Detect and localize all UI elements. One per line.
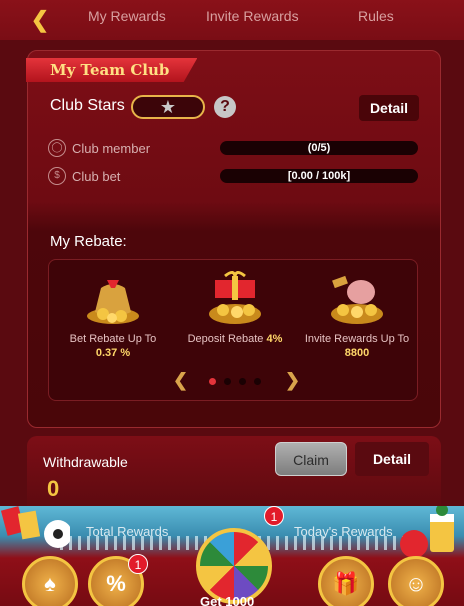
club-member-value: (0/5) — [307, 142, 331, 154]
rebate-title: My Rebate: — [50, 233, 127, 250]
claim-button[interactable]: Claim — [275, 442, 347, 476]
nav-home-button[interactable]: ♠ — [22, 556, 78, 606]
carousel-dot[interactable] — [224, 378, 231, 385]
nav-gift-button[interactable]: 🎁 — [318, 556, 374, 606]
withdrawable-label: Withdrawable — [43, 454, 128, 470]
bottom-navigation: Total Rewards Today's Rewards ♠ % 1 1 Ge… — [0, 506, 464, 606]
withdraw-panel: Withdrawable 0 Claim Detail — [27, 436, 441, 506]
team-club-panel: My Team Club Club Stars ★ ? Detail ◯ Clu… — [26, 50, 441, 428]
help-icon[interactable]: ? — [214, 96, 236, 118]
club-bet-row: $ Club bet — [48, 167, 120, 185]
carousel-dot[interactable] — [239, 378, 246, 385]
club-member-progress-bar: (0/5) — [220, 141, 418, 155]
carousel-dot[interactable] — [254, 378, 261, 385]
deposit-rebate-caption: Deposit Rebate — [187, 333, 264, 345]
rebate-carousel: Bet Rebate Up To 0.37 % Deposit Rebate 4… — [48, 259, 418, 401]
withdraw-detail-button[interactable]: Detail — [355, 442, 429, 476]
club-bet-value: [0.00 / 100k] — [287, 170, 351, 182]
chevron-left-icon: ❮ — [30, 7, 50, 32]
rebate-badge: 1 — [128, 554, 148, 574]
club-title-ribbon: My Team Club — [26, 58, 198, 82]
tab-rules[interactable]: Rules — [358, 8, 394, 24]
tab-invite-rewards[interactable]: Invite Rewards — [206, 8, 299, 24]
lucky-wheel-button[interactable] — [196, 528, 272, 604]
carousel-next-icon[interactable]: ❯ — [285, 370, 300, 391]
back-button[interactable]: ❮ — [20, 4, 60, 36]
todays-rewards-label: Today's Rewards — [294, 524, 393, 539]
club-stars-label: Club Stars — [50, 97, 125, 114]
tab-my-rewards[interactable]: My Rewards — [88, 8, 166, 24]
club-bet-progress-bar: [0.00 / 100k] — [220, 169, 418, 183]
invite-rewards-value: 8800 — [344, 347, 370, 359]
rebate-item-invite[interactable]: Invite Rewards Up To 8800 — [297, 260, 417, 360]
invite-rewards-caption: Invite Rewards Up To — [304, 333, 410, 345]
top-tab-bar: ❮ My Rewards Invite Rewards Rules — [0, 0, 464, 40]
deposit-rebate-value: 4% — [266, 333, 283, 345]
smile-icon: ☺ — [404, 571, 428, 596]
get-bonus-label: Get 1000 — [200, 594, 255, 606]
gift-coins-icon — [203, 266, 267, 330]
nav-profile-button[interactable]: ☺ — [388, 556, 444, 606]
carousel-dot[interactable] — [209, 378, 216, 385]
percent-icon: % — [106, 571, 126, 596]
club-member-label: Club member — [72, 140, 151, 156]
club-bet-label: Club bet — [72, 168, 121, 184]
member-icon: ◯ — [48, 139, 66, 157]
gift-icon: 🎁 — [332, 571, 360, 596]
total-rewards-label: Total Rewards — [86, 524, 169, 539]
club-member-row: ◯ Club member — [48, 139, 150, 157]
withdrawable-value: 0 — [47, 476, 60, 501]
club-detail-button[interactable]: Detail — [359, 95, 419, 121]
star-icon: ★ — [159, 96, 177, 117]
spade-icon: ♠ — [44, 571, 56, 596]
wheel-badge: 1 — [264, 506, 284, 526]
piggy-bank-icon — [325, 266, 389, 330]
carousel-prev-icon[interactable]: ❮ — [173, 370, 188, 391]
club-stars-badge: ★ — [131, 95, 205, 119]
coin-bag-icon — [81, 266, 145, 330]
rebate-item-deposit[interactable]: Deposit Rebate 4% — [175, 260, 295, 346]
bet-rebate-value: 0.37 % — [95, 347, 131, 359]
coin-icon: $ — [48, 167, 66, 185]
rebate-item-bet[interactable]: Bet Rebate Up To 0.37 % — [53, 260, 173, 360]
bet-rebate-caption: Bet Rebate Up To — [69, 333, 157, 345]
